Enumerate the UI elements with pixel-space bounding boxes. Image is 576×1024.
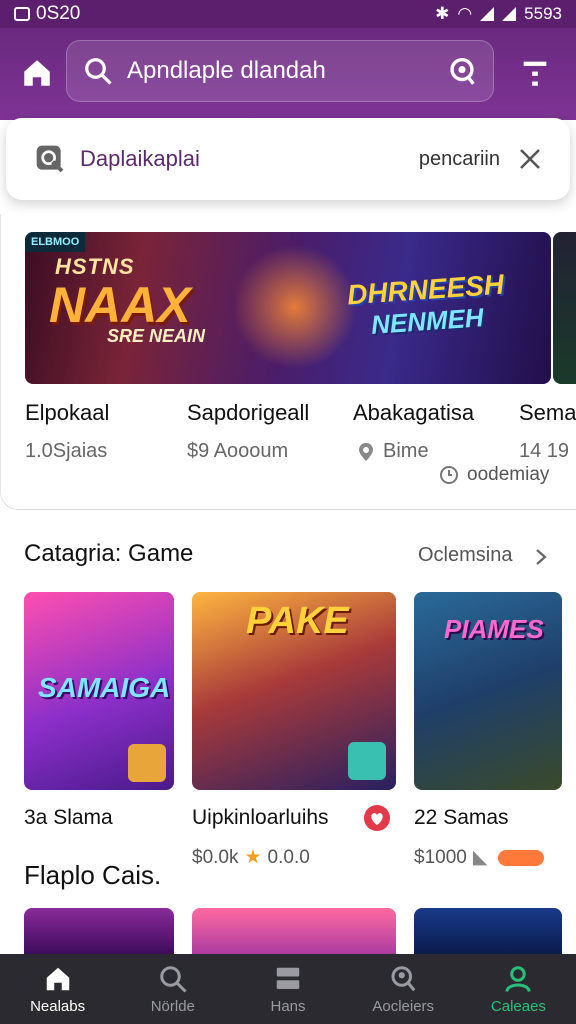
banner-art	[235, 242, 355, 372]
nav-search[interactable]: Nörlde	[115, 954, 230, 1024]
close-icon[interactable]	[518, 147, 542, 171]
game-card[interactable]	[414, 908, 562, 956]
gem-icon	[128, 744, 166, 782]
game-rating: 0.0.0	[267, 846, 310, 868]
game-card[interactable]: PIAMES	[414, 592, 562, 790]
game-card[interactable]	[192, 908, 396, 956]
nav-home[interactable]: Nealabs	[0, 954, 115, 1024]
battery-level: 5593	[524, 4, 562, 23]
game-meta: $1000 ◣	[414, 846, 487, 869]
history-search-icon	[36, 145, 64, 173]
nav-library[interactable]: Hans	[230, 954, 345, 1024]
featured-section: ELBMOO HSTNS NAAX SRE NEAIN DHRNEESH NEN…	[0, 214, 576, 510]
section-title: Flaplo Cais.	[24, 860, 162, 890]
game-card[interactable]: SAMAIGA	[24, 592, 174, 790]
banner-subtitle: NENMEH	[370, 302, 485, 340]
signal-icon	[480, 7, 495, 21]
section-title: Catagria: Game	[24, 540, 194, 567]
featured-item-meta: 1.0Sjaias	[25, 440, 108, 462]
profile-icon	[505, 965, 532, 992]
nav-label: Aocleiers	[372, 997, 435, 1015]
nav-label: Nörlde	[150, 997, 195, 1015]
featured-item-name[interactable]: Elpokaal	[25, 400, 109, 426]
nav-discover[interactable]: Aocleiers	[346, 954, 461, 1024]
home-icon	[46, 967, 69, 990]
search-icon	[85, 58, 112, 85]
app-header: Apndlaple dlandah	[0, 28, 576, 120]
banner-subtitle: SRE NEAIN	[107, 326, 206, 346]
filter-icon[interactable]	[520, 56, 550, 90]
featured-item-name[interactable]: Sapdorigeall	[187, 400, 309, 426]
notification-icon	[14, 7, 30, 21]
nav-label: Hans	[270, 997, 306, 1015]
featured-time: oodemiay	[439, 464, 549, 486]
status-time: 0S20	[36, 3, 81, 24]
search-icon	[160, 965, 187, 993]
game-art-title: PIAMES	[444, 614, 544, 644]
bottom-nav: Nealabs Nörlde Hans Aocleiers Caleaes	[0, 954, 576, 1024]
banner-tag: ELBMOO	[25, 232, 86, 252]
search-person-icon	[391, 965, 416, 991]
nav-profile[interactable]: Caleaes	[461, 954, 576, 1024]
toggle-pill[interactable]	[498, 850, 544, 866]
game-name[interactable]: 22 Samas	[414, 806, 509, 830]
chevron-right-icon[interactable]	[534, 548, 548, 566]
nav-label: Nealabs	[30, 997, 86, 1015]
search-suggestion[interactable]: Daplaikaplai pencariin	[6, 118, 570, 200]
layers-icon	[276, 967, 300, 989]
clock-icon	[440, 466, 458, 484]
star-icon: ★	[244, 847, 262, 868]
game-art-title: SAMAIGA	[38, 672, 171, 703]
visual-search-icon[interactable]	[445, 54, 479, 88]
featured-item-meta: Bime	[357, 440, 429, 463]
game-name[interactable]: Uipkinloarluihs	[192, 806, 329, 830]
wifi-icon: ◠	[457, 4, 473, 23]
search-text: Apndlaple dlandah	[127, 57, 326, 84]
game-art-title: PAKE	[246, 600, 349, 642]
game-card[interactable]: PAKE	[192, 592, 396, 790]
game-meta: $0.0k ★ 0.0.0	[192, 846, 310, 869]
bluetooth-icon: ✱	[435, 4, 450, 23]
time-label: oodemiay	[467, 464, 550, 485]
signal-icon	[502, 7, 517, 21]
featured-item-meta: $9 Aoooum	[187, 440, 289, 462]
heart-icon[interactable]	[362, 804, 392, 832]
tag-icon: ◣	[472, 847, 488, 868]
see-more-link[interactable]: Oclemsina	[418, 544, 512, 567]
gamepad-icon	[348, 742, 386, 780]
game-price: $0.0k	[192, 846, 239, 868]
featured-item-name[interactable]: Abakagatisa	[353, 400, 474, 426]
home-icon[interactable]	[20, 56, 54, 90]
featured-item-name[interactable]: Sema	[519, 400, 576, 426]
game-card[interactable]	[24, 908, 174, 956]
location-pin-icon	[359, 442, 373, 461]
game-name[interactable]: 3a Slama	[24, 806, 113, 830]
featured-banner-next[interactable]	[553, 232, 576, 384]
suggestion-query: Daplaikaplai	[80, 146, 200, 171]
suggestion-label: pencariin	[418, 147, 500, 170]
status-bar: 0S20 ✱ ◠ 5593	[0, 0, 576, 28]
game-price: $1000	[414, 846, 467, 868]
nav-label: Caleaes	[490, 997, 546, 1015]
featured-banner[interactable]: ELBMOO HSTNS NAAX SRE NEAIN DHRNEESH NEN…	[25, 232, 551, 384]
featured-item-meta: 14 19	[519, 440, 570, 462]
search-input[interactable]: Apndlaple dlandah	[66, 40, 494, 102]
